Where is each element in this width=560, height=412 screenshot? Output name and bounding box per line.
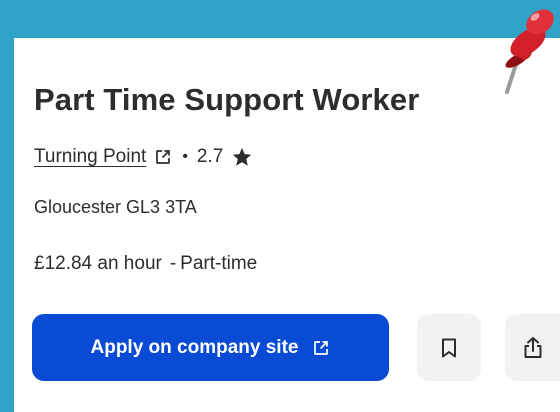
save-job-button[interactable] [417,314,481,381]
share-button[interactable] [505,314,560,381]
share-icon [524,336,541,358]
salary-row: £12.84 an hour - Part-time [34,253,257,275]
job-title: Part Time Support Worker [34,82,420,117]
pushpin-icon [505,9,554,94]
company-row: Turning Point • 2.7 [34,146,253,168]
company-rating: 2.7 [196,146,224,167]
external-link-icon[interactable] [154,148,172,166]
salary-separator: - [169,253,177,274]
salary: £12.84 an hour [34,253,162,274]
company-link[interactable]: Turning Point [34,146,146,168]
job-card: Part Time Support Worker Turning Point •… [14,38,560,412]
apply-button[interactable]: Apply on company site [32,314,389,381]
job-location: Gloucester GL3 3TA [34,197,197,217]
star-icon [231,146,253,168]
apply-button-label: Apply on company site [90,336,299,358]
external-link-icon [314,340,329,355]
separator-dot: • [182,148,188,165]
bookmark-icon [442,338,456,357]
job-type: Part-time [180,253,258,274]
